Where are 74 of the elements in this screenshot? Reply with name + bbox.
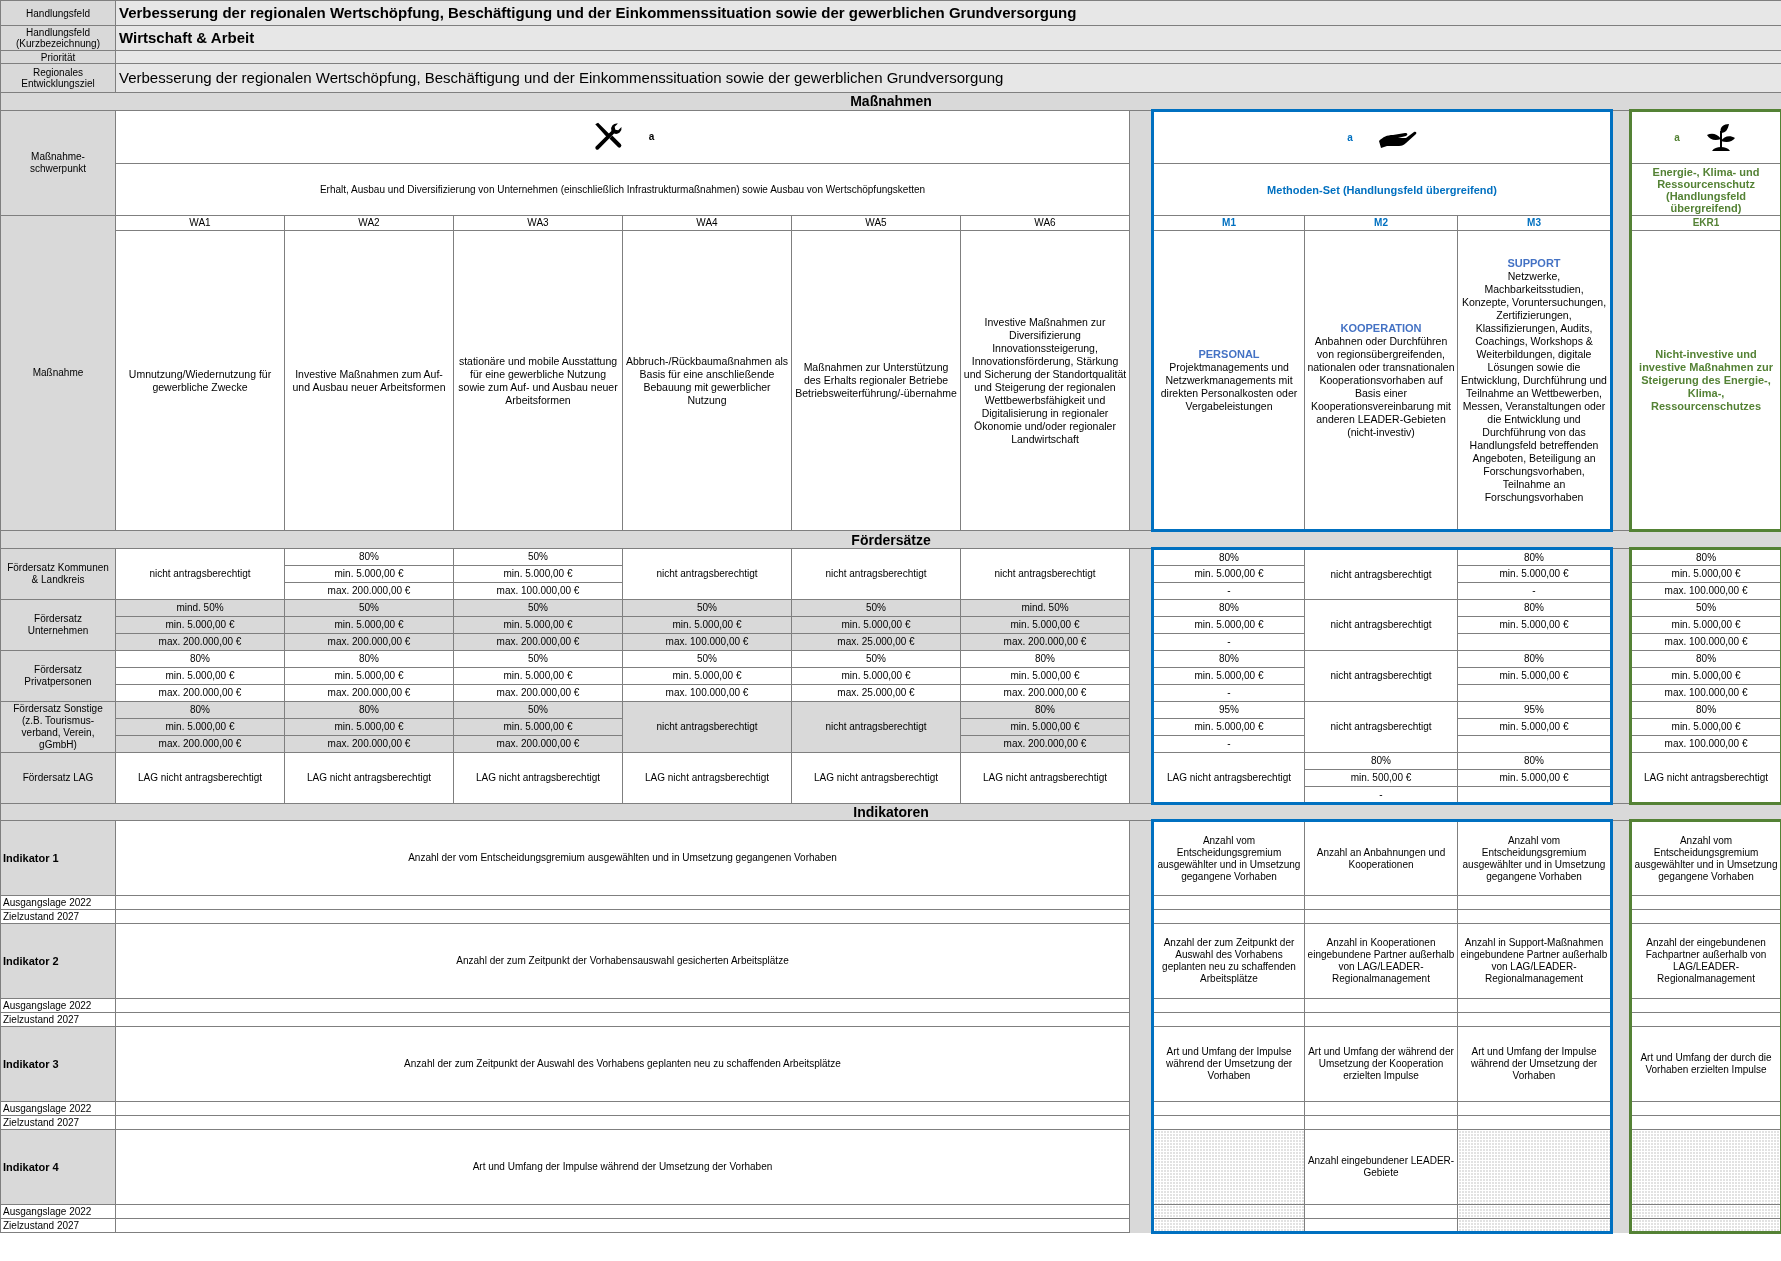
row-label: Handlungsfeld bbox=[0, 0, 116, 26]
measure-description: Anbahnen oder Durchführen von regionsübergreifenden, nationalen oder transnationalen Kooperationsvorhaben auf Basis einer Kooperationsvereinbarung mit anderen LEADER-Gebieten (nicht-investiv) bbox=[1307, 334, 1455, 439]
table-cell: nicht antragsberechtigt bbox=[791, 548, 961, 600]
measure-description: Abbruch-/Rückbaumaßnahmen als Basis für eine anschließende Bebauung mit gewerblicher Nutzung bbox=[622, 230, 792, 531]
note-marker: a bbox=[1674, 131, 1680, 144]
row-label: Maßnahme-schwerpunkt bbox=[0, 110, 116, 216]
measure-description: Investive Maßnahmen zum Auf- und Ausbau neuer Arbeitsformen bbox=[284, 230, 454, 531]
row-label: Fördersatz Privatpersonen bbox=[0, 650, 116, 702]
field-value: Wirtschaft & Arbeit bbox=[115, 25, 1781, 51]
table-cell: 80% bbox=[1457, 548, 1612, 566]
table-cell: Anzahl vom Entscheidungsgremium ausgewählter und in Umsetzung gegangene Vorhaben bbox=[1630, 820, 1781, 896]
table-cell: Art und Umfang der Impulse während der Umsetzung der Vorhaben bbox=[1152, 1026, 1305, 1102]
table-cell: Anzahl vom Entscheidungsgremium ausgewählter und in Umsetzung gegangene Vorhaben bbox=[1457, 820, 1612, 896]
table-cell: LAG nicht antragsberechtigt bbox=[1152, 752, 1305, 804]
table-cell: Anzahl in Kooperationen eingebundene Partner außerhalb von LAG/LEADER-Regionalmanagement bbox=[1304, 923, 1458, 999]
table-cell: Anzahl an Anbahnungen und Kooperationen bbox=[1304, 820, 1458, 896]
table-cell: LAG nicht antragsberechtigt bbox=[284, 752, 454, 804]
measure-description: Netzwerke, Machbarkeitsstudien, Konzepte, Voruntersuchungen, Zertifizierungen, Klassifizierungen, Audits, Coachings, Workshops & Weiterbildungen, digitale Lösungen sowie die Entwicklung, Durchführung und Teilnahme an Wettbewerben, Messen, Veranstaltungen oder die Entwicklung und Durchführung von das Handlungsfeld betreffenden Angeboten, Beteiligung an Forschungsvorhaben, Teilnahme an Forschungsvorhaben bbox=[1460, 269, 1608, 504]
table-cell: Anzahl der zum Zeitpunkt der Vorhabensauswahl gesicherten Arbeitsplätze bbox=[115, 923, 1130, 999]
row-label: Fördersatz LAG bbox=[0, 752, 116, 804]
row-label: Indikator 2 bbox=[0, 923, 116, 999]
measure-heading: SUPPORT bbox=[1506, 256, 1562, 270]
row-label: Fördersatz Kommunen & Landkreis bbox=[0, 548, 116, 600]
table-cell: Anzahl vom Entscheidungsgremium ausgewählter und in Umsetzung gegangene Vorhaben bbox=[1152, 820, 1305, 896]
table-cell: 80% bbox=[1152, 548, 1305, 566]
measure-description: Nicht-investive und investive Maßnahmen zur Steigerung des Energie-, Klima-, Ressourcenschutzes bbox=[1630, 230, 1781, 531]
table-cell: LAG nicht antragsberechtigt bbox=[1630, 752, 1781, 804]
table-cell: LAG nicht antragsberechtigt bbox=[453, 752, 623, 804]
table-cell: Art und Umfang der Impulse während der Umsetzung der Vorhaben bbox=[1457, 1026, 1612, 1102]
row-label: Fördersatz Unternehmen bbox=[0, 599, 116, 651]
row-label: Maßnahme bbox=[0, 215, 116, 531]
note-marker: a bbox=[1347, 131, 1353, 144]
measure-description: Maßnahmen zur Unterstützung des Erhalts regionaler Betriebe Betriebsweiterführung/-übernahme bbox=[791, 230, 961, 531]
table-cell: LAG nicht antragsberechtigt bbox=[791, 752, 961, 804]
focus-title: Energie-, Klima- und Ressourcenschutz (Handlungsfeld übergreifend) bbox=[1630, 163, 1781, 216]
note-marker: a bbox=[648, 131, 655, 143]
table-cell: nicht antragsberechtigt bbox=[115, 548, 285, 600]
table-cell: nicht antragsberechtigt bbox=[622, 548, 792, 600]
table-cell: LAG nicht antragsberechtigt bbox=[960, 752, 1130, 804]
table-cell: nicht antragsberechtigt bbox=[1304, 701, 1458, 753]
row-label: Indikator 4 bbox=[0, 1129, 116, 1205]
row-label: Regionales Entwicklungsziel bbox=[0, 63, 116, 93]
table-cell: Anzahl der zum Zeitpunkt der Auswahl des Vorhabens geplanten neu zu schaffenden Arbeitsplätze bbox=[1152, 923, 1305, 999]
focus-title: Erhalt, Ausbau und Diversifizierung von Unternehmen (einschließlich Infrastrukturmaßnahmen) sowie Ausbau von Wertschöpfungsketten bbox=[115, 163, 1130, 216]
field-value: Verbesserung der regionalen Wertschöpfung, Beschäftigung und der Einkommenssituation sowie der gewerblichen Grundversorgung bbox=[115, 0, 1781, 26]
table-cell: Art und Umfang der während der Umsetzung der Kooperation erzielten Impulse bbox=[1304, 1026, 1458, 1102]
measure-description: Umnutzung/Wiedernutzung für gewerbliche Zwecke bbox=[115, 230, 285, 531]
row-label: Fördersatz Sonstige (z.B. Tourismus-verband, Verein, gGmbH) bbox=[0, 701, 116, 753]
table-cell: Anzahl der eingebundenen Fachpartner außerhalb von LAG/LEADER-Regionalmanagement bbox=[1630, 923, 1781, 999]
field-value: Verbesserung der regionalen Wertschöpfung, Beschäftigung und der Einkommenssituation sowie der gewerblichen Grundversorgung bbox=[115, 63, 1781, 93]
measure-description: Investive Maßnahmen zur Diversifizierung Innovationssteigerung, Innovationsförderung, Stärkung und Sicherung der Standortqualität und Steigerung der regionalen Wettbewerbsfähigkeit und Digitalisierung in regionaler Ökonomie und/oder regionaler Landwirtschaft bbox=[960, 230, 1130, 531]
table-cell: nicht antragsberechtigt bbox=[791, 701, 961, 753]
focus-title: Methoden-Set (Handlungsfeld übergreifend) bbox=[1152, 163, 1612, 216]
table-cell: Anzahl eingebundener LEADER-Gebiete bbox=[1304, 1129, 1458, 1205]
measure-description: stationäre und mobile Ausstattung für eine gewerbliche Nutzung sowie zum Auf- und Ausbau neuer Arbeitsformen bbox=[453, 230, 623, 531]
measure-description: Projektmanagements und Netzwerkmanagements mit direkten Personalkosten oder Vergabeleistungen bbox=[1159, 360, 1299, 413]
table-cell: Anzahl in Support-Maßnahmen eingebundene Partner außerhalb von LAG/LEADER-Regionalmanagement bbox=[1457, 923, 1612, 999]
table-cell: LAG nicht antragsberechtigt bbox=[115, 752, 285, 804]
measure-heading: KOOPERATION bbox=[1339, 321, 1423, 335]
row-label: Indikator 1 bbox=[0, 820, 116, 896]
measure-heading: PERSONAL bbox=[1197, 347, 1261, 361]
table-cell: 80% bbox=[1630, 548, 1781, 566]
row-label: Handlungsfeld (Kurzbezeichnung) bbox=[0, 25, 116, 51]
table-cell: nicht antragsberechtigt bbox=[1304, 548, 1458, 600]
table-cell: nicht antragsberechtigt bbox=[1304, 650, 1458, 702]
table-cell: Art und Umfang der durch die Vorhaben erzielten Impulse bbox=[1630, 1026, 1781, 1102]
table-cell: nicht antragsberechtigt bbox=[960, 548, 1130, 600]
table-cell: Art und Umfang der Impulse während der Umsetzung der Vorhaben bbox=[115, 1129, 1130, 1205]
table-cell: Anzahl der zum Zeitpunkt der Auswahl des Vorhabens geplanten neu zu schaffenden Arbeitsplätze bbox=[115, 1026, 1130, 1102]
table-cell: nicht antragsberechtigt bbox=[1304, 599, 1458, 651]
table-cell: nicht antragsberechtigt bbox=[622, 701, 792, 753]
row-label: Indikator 3 bbox=[0, 1026, 116, 1102]
table-cell: LAG nicht antragsberechtigt bbox=[622, 752, 792, 804]
table-cell: Anzahl der vom Entscheidungsgremium ausgewählten und in Umsetzung gegangenen Vorhaben bbox=[115, 820, 1130, 896]
